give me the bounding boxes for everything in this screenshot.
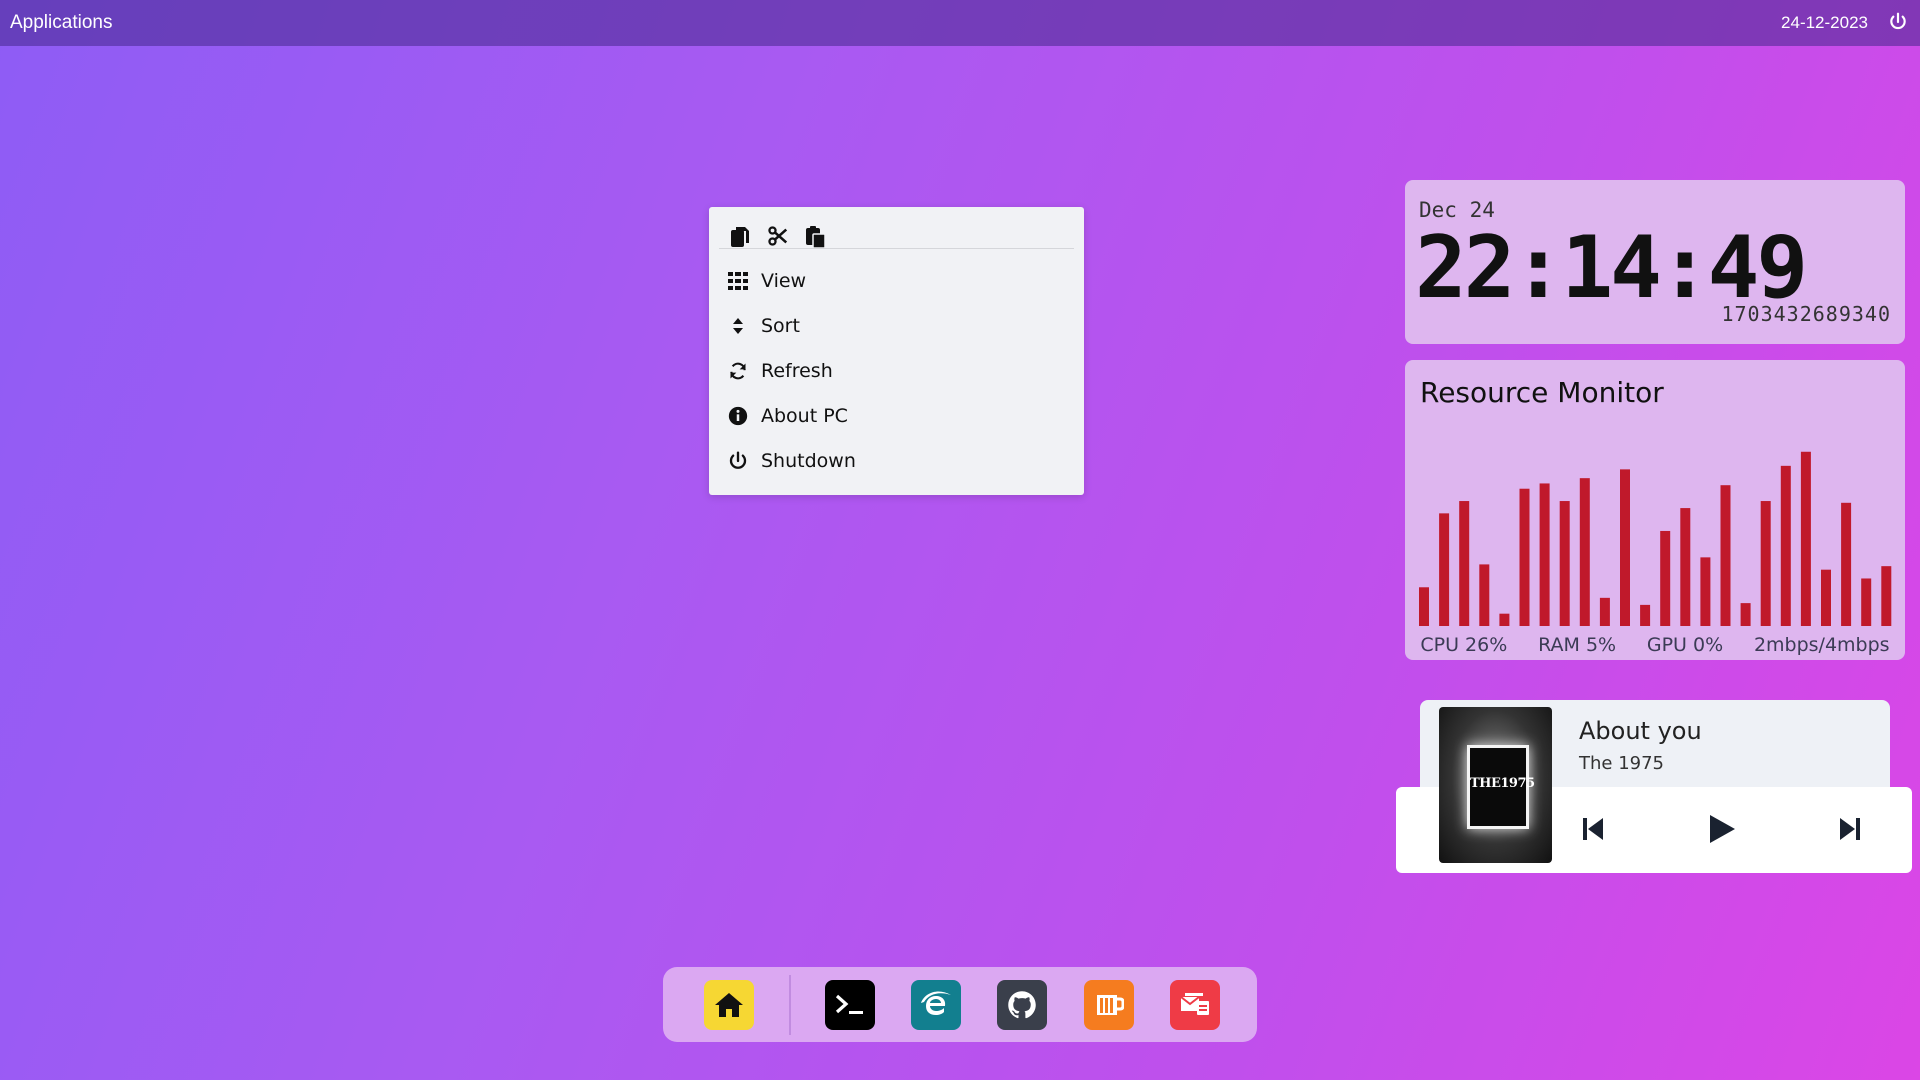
resource-bar (1861, 578, 1872, 626)
resource-bar (1599, 597, 1610, 626)
resource-bar (1881, 566, 1892, 626)
album-cover: THE1975 (1439, 707, 1552, 863)
refresh-icon (727, 360, 749, 382)
dock-divider (789, 975, 791, 1035)
resource-bar (1800, 451, 1811, 626)
song-title: About you (1579, 717, 1702, 745)
resource-bar (1499, 613, 1510, 626)
paste-icon[interactable] (805, 225, 829, 249)
date-display: 24-12-2023 (1781, 13, 1868, 32)
gpu-stat: GPU 0% (1646, 634, 1724, 656)
info-icon (727, 405, 749, 427)
resource-bar (1479, 564, 1490, 626)
play-icon[interactable] (1703, 812, 1737, 846)
copy-icon[interactable] (729, 225, 753, 249)
terminal-app-icon[interactable] (825, 980, 875, 1030)
power-icon (727, 450, 749, 472)
resource-monitor-title: Resource Monitor (1420, 376, 1664, 409)
resource-bar (1720, 485, 1731, 626)
grid-icon (727, 270, 749, 292)
menu-item-label: View (761, 270, 807, 292)
cut-icon[interactable] (767, 225, 791, 249)
menu-item-label: Sort (761, 315, 800, 337)
menu-separator (719, 248, 1074, 249)
resource-bar (1760, 501, 1771, 626)
resource-bar (1680, 508, 1691, 626)
network-stat: 2mbps/4mbps (1753, 634, 1890, 656)
menu-item-shutdown[interactable]: Shutdown (727, 441, 856, 481)
resource-bar (1519, 488, 1530, 626)
next-icon[interactable] (1833, 812, 1867, 846)
resource-bar (1780, 465, 1791, 626)
resource-bar (1740, 603, 1751, 626)
resource-bar (1700, 557, 1711, 626)
edge-browser-app-icon[interactable] (911, 980, 961, 1030)
menu-item-label: Shutdown (761, 450, 856, 472)
resource-bars-chart (1419, 451, 1892, 626)
album-cover-text: THE1975 (1470, 776, 1535, 791)
resource-monitor-widget: Resource Monitor CPU 26% RAM 5% GPU 0% 2… (1405, 360, 1905, 660)
resource-bar (1539, 483, 1550, 626)
power-icon[interactable] (1888, 12, 1908, 32)
menu-item-view[interactable]: View (727, 261, 806, 301)
menu-item-sort[interactable]: Sort (727, 306, 800, 346)
dock (663, 967, 1257, 1042)
clock-widget: Dec 24 22:14:49 1703432689340 (1405, 180, 1905, 344)
sublime-text-app-icon[interactable] (1084, 980, 1134, 1030)
song-artist: The 1975 (1579, 753, 1665, 774)
resource-bar (1841, 502, 1852, 626)
resource-bar (1579, 478, 1590, 626)
home-app-icon[interactable] (704, 980, 754, 1030)
menu-item-label: Refresh (761, 360, 833, 382)
ram-stat: RAM 5% (1538, 634, 1617, 656)
resource-bar (1419, 587, 1429, 626)
previous-icon[interactable] (1576, 812, 1610, 846)
menu-item-refresh[interactable]: Refresh (727, 351, 833, 391)
resource-bar (1620, 469, 1630, 626)
resource-bar (1559, 501, 1570, 626)
cpu-stat: CPU 26% (1420, 634, 1508, 656)
resource-bar (1459, 501, 1470, 626)
resource-bar (1821, 569, 1831, 626)
mail-app-icon[interactable] (1170, 980, 1220, 1030)
applications-menu[interactable]: Applications (10, 12, 112, 34)
resource-stats: CPU 26% RAM 5% GPU 0% 2mbps/4mbps (1405, 634, 1905, 656)
resource-bar (1660, 530, 1671, 626)
album-cover-frame: THE1975 (1467, 745, 1535, 829)
github-app-icon[interactable] (997, 980, 1047, 1030)
sort-icon (727, 315, 749, 337)
menu-item-about-pc[interactable]: About PC (727, 396, 848, 436)
context-menu: View Sort Refresh About PC Shutdown (709, 207, 1084, 495)
menu-item-label: About PC (761, 405, 848, 427)
resource-bar (1439, 513, 1450, 626)
clock-timestamp: 1703432689340 (1721, 302, 1891, 326)
resource-bar (1640, 604, 1651, 626)
top-bar: Applications 24-12-2023 (0, 0, 1920, 46)
